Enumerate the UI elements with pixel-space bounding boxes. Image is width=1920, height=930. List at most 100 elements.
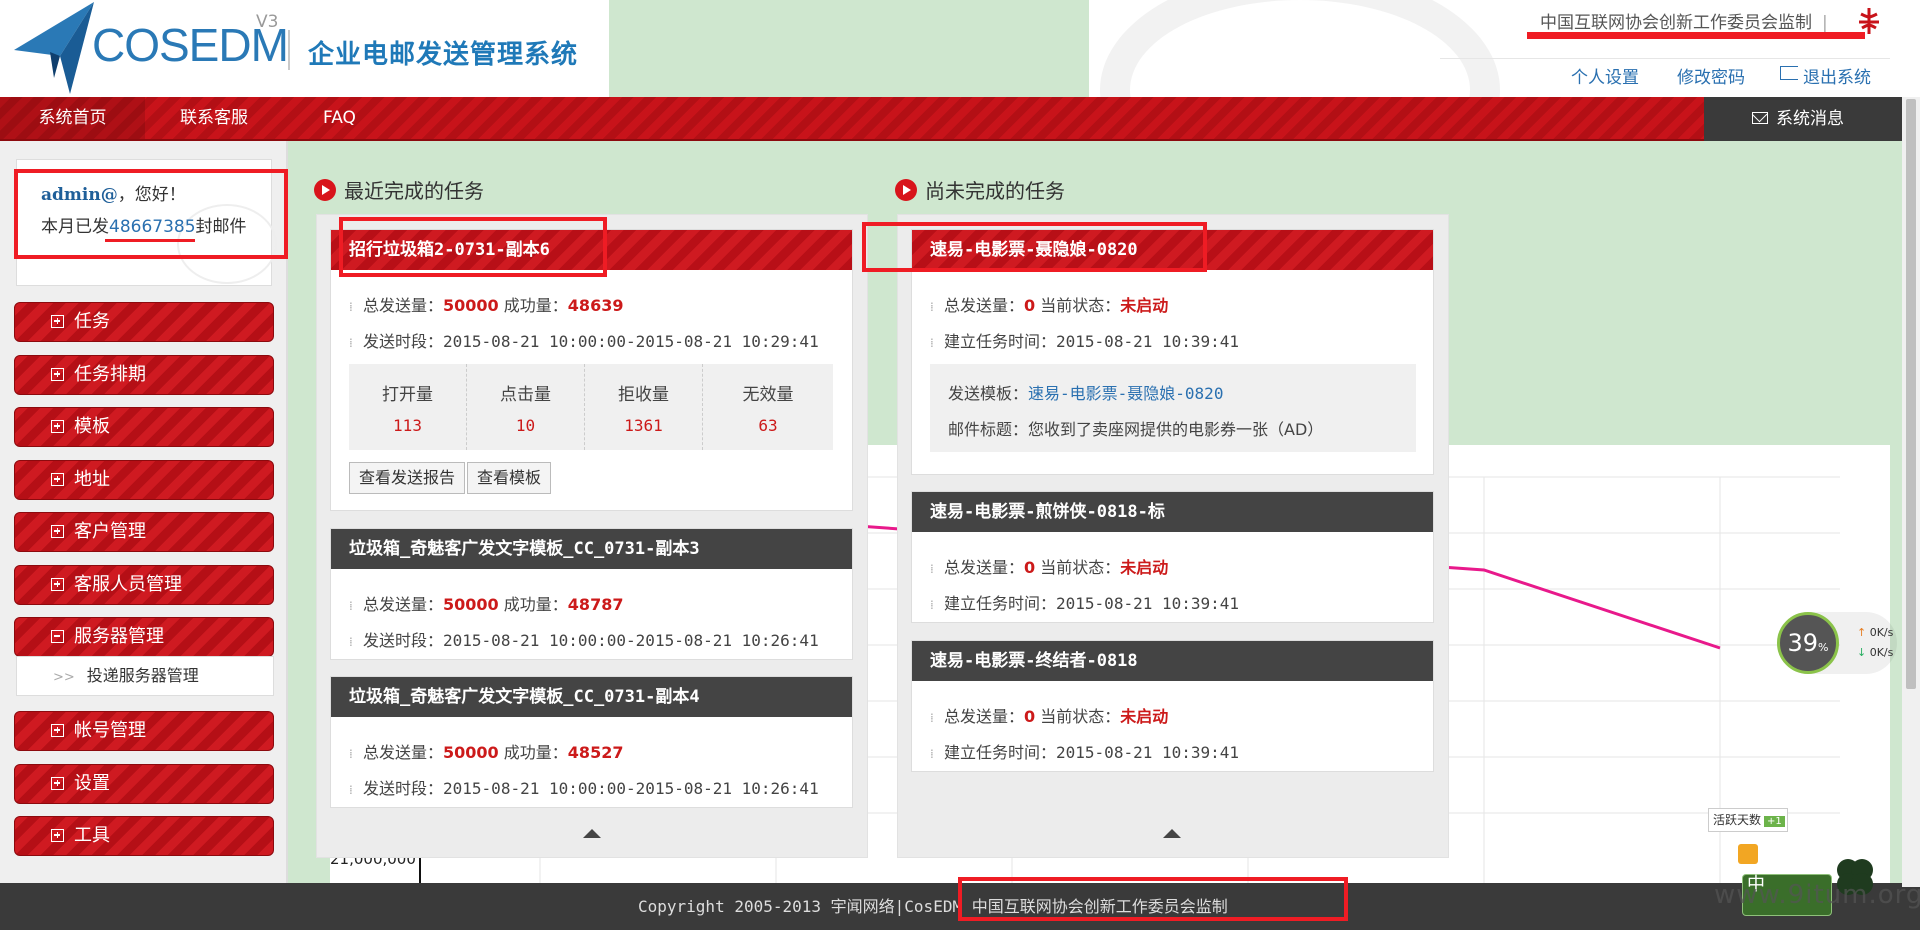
monthly-sent-summary: 本月已发48667385封邮件: [41, 212, 247, 237]
sent-count-link[interactable]: 48667385: [109, 217, 196, 237]
view-report-button[interactable]: 查看发送报告: [349, 462, 466, 494]
footer-text: Copyright 2005-2013 宇闻网络|CosEDM 中国互联网协会创…: [638, 883, 1228, 930]
main-nav: 系统首页 联系客服 FAQ: [0, 97, 1920, 141]
sidebar-item-label: 任务: [74, 311, 110, 332]
task-name[interactable]: 垃圾箱_奇魅客广发文字模板_CC_0731-副本4: [331, 677, 852, 717]
sidebar-item-tasks[interactable]: 任务: [14, 302, 274, 342]
label: 成功量：: [503, 743, 568, 762]
sidebar-subitem-delivery-servers[interactable]: >> 投递服务器管理: [16, 656, 274, 696]
label: 发送时段：: [363, 779, 444, 798]
speed-percent: 39%: [1777, 612, 1839, 674]
task-status: 未启动: [1120, 707, 1169, 726]
task-volume-line: ⁞ 总发送量：50000 成功量：48787: [349, 595, 624, 614]
personal-settings-link[interactable]: 个人设置: [1571, 63, 1639, 88]
expand-icon: [51, 525, 64, 538]
percent-sign: %: [1818, 641, 1829, 654]
stat-value: 10: [515, 416, 536, 435]
label: 当前状态：: [1040, 558, 1121, 577]
envelope-icon: [1752, 112, 1768, 124]
upload-rate-value: 0K/s: [1869, 626, 1894, 639]
logout-link[interactable]: 退出系统: [1803, 63, 1871, 88]
expand-icon: [51, 368, 64, 381]
logout-icon[interactable]: [1780, 66, 1798, 80]
task-name[interactable]: 速易-电影票-煎饼侠-0818-标: [912, 492, 1433, 532]
template-link[interactable]: 速易-电影票-聂隐娘-0820: [1028, 384, 1223, 403]
download-rate-value: 0K/s: [1869, 646, 1894, 659]
sidebar-item-server-management[interactable]: 服务器管理: [14, 617, 274, 657]
pending-task-card: 速易-电影票-终结者-0818 ⁞ 总发送量：0 当前状态：未启动 ⁞ 建立任务时间…: [911, 640, 1434, 772]
scroll-up-icon[interactable]: [583, 829, 601, 838]
association-emblem-icon[interactable]: [1856, 6, 1882, 36]
sidebar-item-settings[interactable]: 设置: [14, 764, 274, 804]
system-messages-button[interactable]: 系统消息: [1704, 97, 1902, 141]
sidebar-item-templates[interactable]: 模板: [14, 407, 274, 447]
task-volume-line: ⁞ 总发送量：0 当前状态：未启动: [930, 558, 1169, 577]
vertical-scrollbar[interactable]: [1902, 97, 1920, 887]
download-rate: ↓ 0K/s: [1857, 646, 1894, 659]
label: 当前状态：: [1040, 296, 1121, 315]
total-sent: 50000: [443, 743, 499, 762]
success-count: 48787: [567, 595, 624, 614]
task-name[interactable]: 速易-电影票-终结者-0818: [912, 641, 1433, 681]
sidebar-item-accounts[interactable]: 帐号管理: [14, 711, 274, 751]
top-links: 个人设置 修改密码 退出系统: [1440, 58, 1890, 88]
nav-faq[interactable]: FAQ: [323, 97, 356, 139]
active-days-label: 活跃天数: [1713, 813, 1762, 827]
sidebar-item-customers[interactable]: 客户管理: [14, 512, 274, 552]
task-name[interactable]: 速易-电影票-聂隐娘-0820: [912, 230, 1433, 270]
sidebar-item-task-schedule[interactable]: 任务排期: [14, 355, 274, 395]
section-title-text: 最近完成的任务: [344, 179, 484, 203]
change-password-link[interactable]: 修改密码: [1677, 63, 1745, 88]
recent-task-card: 招行垃圾箱2-0731-副本6 ⁞ 总发送量：50000 成功量：48639 ⁞ 发…: [330, 229, 853, 511]
task-stats-table: 打开量 113 点击量 10 拒收量 1361 无效量 63: [349, 364, 833, 450]
monitor-separator: |: [1822, 13, 1828, 33]
stat-label: 打开量: [382, 385, 433, 405]
label: 邮件标题：: [948, 420, 1029, 439]
task-name[interactable]: 招行垃圾箱2-0731-副本6: [331, 230, 852, 270]
header-decoration: [1100, 0, 1500, 97]
sidebar-item-label: 工具: [74, 825, 110, 846]
active-days-badge[interactable]: 活跃天数 +1: [1708, 808, 1788, 832]
user-icon[interactable]: [1738, 844, 1758, 864]
view-template-button[interactable]: 查看模板: [467, 462, 552, 494]
label: 建立任务时间：: [944, 743, 1057, 762]
sidebar-item-tools[interactable]: 工具: [14, 816, 274, 856]
nav-contact-support[interactable]: 联系客服: [180, 97, 248, 139]
expand-icon: [51, 473, 64, 486]
label: 总发送量：: [944, 707, 1025, 726]
scrollbar-thumb[interactable]: [1906, 99, 1916, 689]
sidebar-item-addresses[interactable]: 地址: [14, 460, 274, 500]
task-created-line: ⁞ 建立任务时间：2015-08-21 10:39:41: [930, 332, 1240, 351]
recent-task-card: 垃圾箱_奇魅客广发文字模板_CC_0731-副本4 ⁞ 总发送量：50000 成功…: [330, 676, 853, 808]
sidebar-item-label: 任务排期: [74, 364, 146, 385]
footer-monitor: 中国互联网协会创新工作委员会监制: [971, 897, 1228, 916]
send-period: 2015-08-21 10:00:00-2015-08-21 10:26:41: [443, 779, 819, 798]
speed-percent-value: 39: [1787, 629, 1819, 657]
label: 成功量：: [503, 296, 568, 315]
expand-icon: [51, 724, 64, 737]
logo[interactable]: COSEDM V3: [10, 0, 310, 95]
level-badge: +1: [1764, 816, 1785, 827]
total-sent: 50000: [443, 296, 499, 315]
success-count: 48527: [567, 743, 624, 762]
logo-version: V3: [256, 12, 279, 32]
stat-value: 113: [393, 416, 422, 435]
label: 总发送量：: [363, 296, 444, 315]
task-period-line: ⁞ 发送时段：2015-08-21 10:00:00-2015-08-21 10:…: [349, 332, 819, 351]
sidebar-item-support-staff[interactable]: 客服人员管理: [14, 565, 274, 605]
welcome-greeting: admin@，您好！: [41, 180, 186, 205]
username: admin@: [41, 185, 118, 205]
scroll-up-icon[interactable]: [1163, 829, 1181, 838]
template-info: 发送模板：速易-电影票-聂隐娘-0820 邮件标题：您收到了卖座网提供的电影券一…: [930, 364, 1416, 452]
collapse-icon: [51, 630, 64, 643]
task-created-line: ⁞ 建立任务时间：2015-08-21 10:39:41: [930, 743, 1240, 762]
label: 发送时段：: [363, 332, 444, 351]
nav-home[interactable]: 系统首页: [0, 97, 145, 139]
expand-icon: [51, 829, 64, 842]
sidebar-subitem-label: 投递服务器管理: [86, 666, 199, 685]
total-sent: 0: [1024, 558, 1036, 577]
network-speed-widget[interactable]: 39% ↑ 0K/s ↓ 0K/s: [1777, 612, 1897, 674]
template-line: 发送模板：速易-电影票-聂隐娘-0820: [948, 380, 1223, 404]
task-name[interactable]: 垃圾箱_奇魅客广发文字模板_CC_0731-副本3: [331, 529, 852, 569]
recent-task-card: 垃圾箱_奇魅客广发文字模板_CC_0731-副本3 ⁞ 总发送量：50000 成功…: [330, 528, 853, 660]
